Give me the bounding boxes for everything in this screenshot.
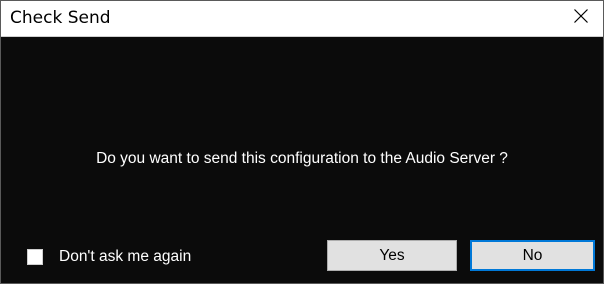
dont-ask-again-checkbox[interactable]: Don't ask me again bbox=[27, 248, 191, 266]
check-send-dialog: Check Send Do you want to send this conf… bbox=[0, 0, 604, 284]
dialog-title: Check Send bbox=[10, 8, 111, 28]
confirmation-message: Do you want to send this configuration t… bbox=[96, 150, 508, 167]
yes-button[interactable]: Yes bbox=[327, 240, 457, 271]
close-button[interactable] bbox=[559, 1, 603, 36]
close-icon bbox=[573, 8, 589, 29]
dialog-body: Do you want to send this configuration t… bbox=[1, 37, 603, 283]
checkbox-box[interactable] bbox=[27, 249, 43, 265]
dont-ask-again-label[interactable]: Don't ask me again bbox=[59, 248, 191, 266]
title-bar: Check Send bbox=[1, 1, 603, 37]
no-button[interactable]: No bbox=[470, 240, 595, 271]
